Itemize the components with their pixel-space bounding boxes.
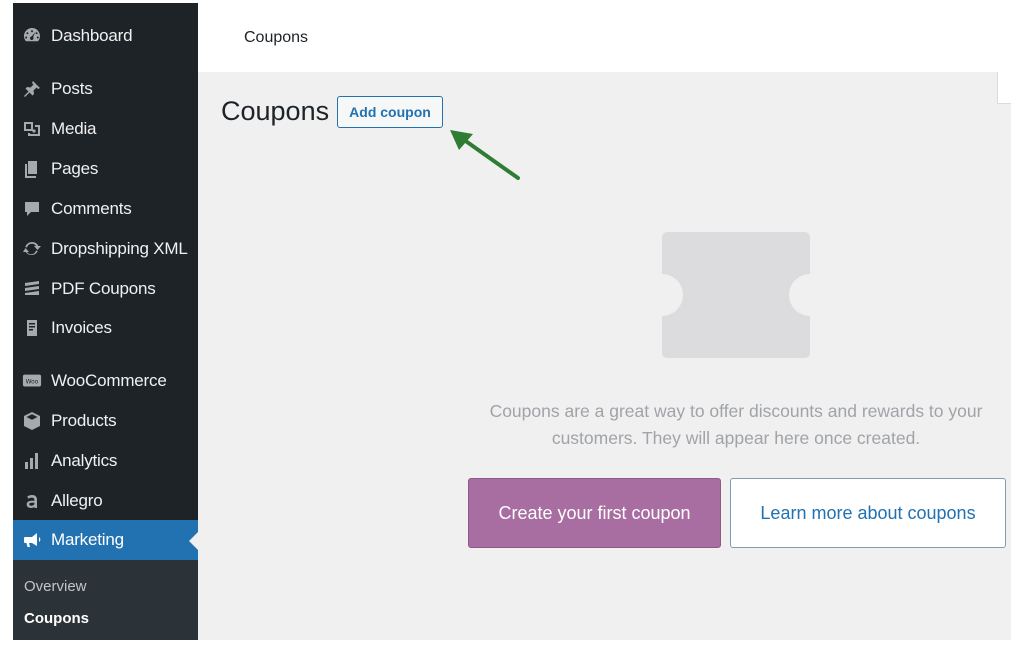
sidebar-item-label: Pages (51, 159, 99, 178)
coupon-placeholder-icon (662, 232, 810, 358)
sidebar-item-allegro[interactable]: Allegro (13, 481, 198, 521)
sidebar-item-label: Posts (51, 79, 93, 98)
page-title: Coupons (221, 96, 330, 126)
sidebar-item-label: Dashboard (51, 26, 133, 45)
sync-icon (13, 237, 51, 261)
allegro-icon (13, 489, 51, 513)
submenu-item-overview[interactable]: Overview (24, 578, 87, 595)
sidebar-item-label: Marketing (51, 530, 124, 549)
submenu-item-coupons[interactable]: Coupons (24, 610, 89, 627)
dashboard-icon (13, 24, 51, 48)
sidebar-item-label: Allegro (51, 491, 103, 510)
create-first-coupon-button[interactable]: Create your first coupon (468, 478, 721, 548)
pin-icon (13, 77, 51, 101)
sidebar-item-pages[interactable]: Pages (13, 149, 198, 189)
admin-sidebar: Dashboard Posts Media Pages Comments Dro… (13, 3, 198, 640)
bar-chart-icon (13, 449, 51, 473)
woo-icon: Woo (13, 369, 51, 393)
invoice-icon (13, 316, 51, 340)
annotation-arrow-icon (450, 130, 520, 180)
box-icon (13, 409, 51, 433)
sidebar-item-label: WooCommerce (51, 371, 167, 390)
media-icon (13, 117, 51, 141)
sidebar-item-label: Media (51, 119, 97, 138)
sidebar-item-marketing[interactable]: Marketing (13, 520, 198, 560)
svg-text:Woo: Woo (26, 379, 39, 385)
sidebar-item-dropshipping-xml[interactable]: Dropshipping XML (13, 229, 198, 269)
sidebar-item-media[interactable]: Media (13, 109, 198, 149)
sidebar-item-invoices[interactable]: Invoices (13, 308, 198, 348)
megaphone-icon (13, 528, 51, 552)
sidebar-item-label: Dropshipping XML (51, 239, 188, 258)
sidebar-item-label: Analytics (51, 451, 118, 470)
sidebar-item-label: Comments (51, 199, 132, 218)
sidebar-item-dashboard[interactable]: Dashboard (13, 16, 198, 56)
sidebar-item-products[interactable]: Products (13, 401, 198, 441)
sidebar-item-pdf-coupons[interactable]: PDF Coupons (13, 269, 198, 309)
comment-icon (13, 197, 51, 221)
sidebar-item-analytics[interactable]: Analytics (13, 441, 198, 481)
empty-state-message: Coupons are a great way to offer discoun… (461, 398, 1011, 452)
main-content: Coupons Add coupon Coupons are a great w… (198, 72, 1011, 640)
breadcrumb: Coupons (244, 29, 309, 46)
empty-state-line-2: customers. They will appear here once cr… (551, 428, 921, 448)
header-help-tab-edge (997, 72, 1011, 104)
sidebar-item-label: Products (51, 411, 117, 430)
empty-state-line-1: Coupons are a great way to offer discoun… (489, 401, 983, 421)
add-coupon-button[interactable]: Add coupon (337, 96, 443, 128)
app-frame: Dashboard Posts Media Pages Comments Dro… (0, 0, 1024, 650)
sidebar-item-label: Invoices (51, 318, 112, 337)
marketing-submenu: Overview Coupons (13, 560, 198, 640)
sidebar-item-comments[interactable]: Comments (13, 189, 198, 229)
sidebar-item-woocommerce[interactable]: Woo WooCommerce (13, 361, 198, 401)
stack-icon (13, 277, 51, 301)
pages-icon (13, 157, 51, 181)
active-indicator (189, 532, 198, 550)
learn-more-coupons-button[interactable]: Learn more about coupons (730, 478, 1006, 548)
page-header: Coupons (198, 3, 1011, 72)
sidebar-item-label: PDF Coupons (51, 279, 156, 298)
sidebar-item-posts[interactable]: Posts (13, 69, 198, 109)
